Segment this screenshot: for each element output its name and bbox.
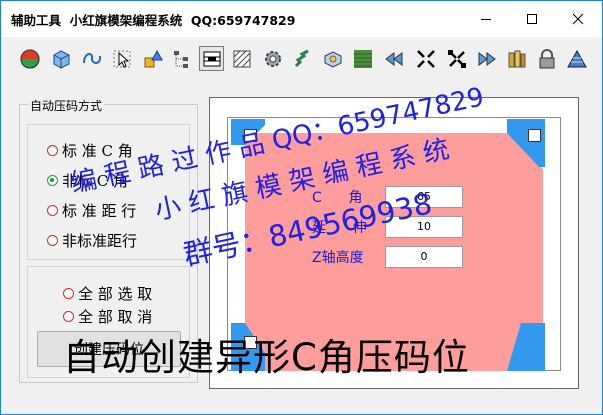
corner-checkbox-top-left[interactable]	[244, 129, 257, 142]
angle-label: C 角	[312, 190, 363, 206]
app-window: 辅助工具 小红旗模架编程系统 QQ:659747829 自动压码方式 标 准 C…	[0, 0, 603, 415]
extend-input[interactable]: 10	[385, 216, 463, 238]
angle-input[interactable]: 65	[385, 186, 463, 208]
caption-overlay: 自动创建异形C角压码位	[63, 336, 470, 379]
extend-label: 延 伸	[312, 220, 367, 236]
z-height-label: Z轴高度	[312, 250, 364, 266]
z-height-input[interactable]: 0	[385, 246, 463, 268]
corner-checkbox-top-right[interactable]	[528, 129, 541, 142]
